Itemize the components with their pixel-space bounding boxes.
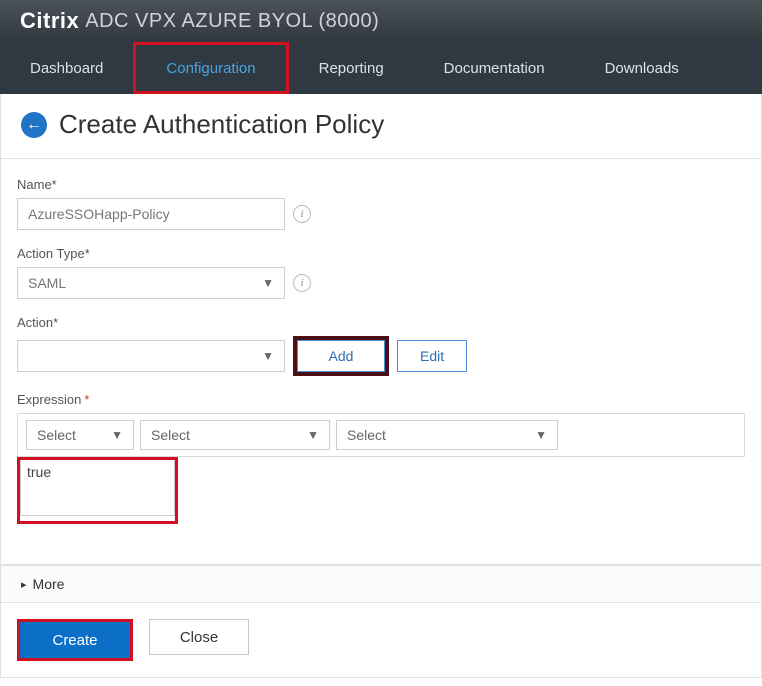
more-label: More: [33, 576, 65, 592]
info-icon[interactable]: i: [293, 274, 311, 292]
expression-select-3[interactable]: Select ▼: [336, 420, 558, 450]
add-button[interactable]: Add: [297, 340, 385, 372]
nav-dashboard[interactable]: Dashboard: [0, 42, 133, 94]
name-input[interactable]: [17, 198, 285, 230]
expression-select-row: Select ▼ Select ▼ Select ▼: [17, 413, 745, 457]
chevron-down-icon: ▼: [535, 428, 547, 442]
main-nav: Dashboard Configuration Reporting Docume…: [0, 42, 762, 94]
action-type-select[interactable]: SAML ▼: [17, 267, 285, 299]
expression-label: Expression*: [17, 392, 745, 407]
chevron-down-icon: ▼: [307, 428, 319, 442]
info-icon[interactable]: i: [293, 205, 311, 223]
nav-configuration[interactable]: Configuration: [133, 42, 288, 94]
expression-select-2[interactable]: Select ▼: [140, 420, 330, 450]
chevron-down-icon: ▼: [111, 428, 123, 442]
required-star: *: [84, 392, 89, 407]
footer-actions: Create Close: [17, 603, 745, 677]
arrow-left-icon: ←: [26, 116, 42, 134]
form-section: Name* i Action Type* SAML ▼ i Action* ▼ …: [1, 158, 761, 565]
app-header: Citrix ADC VPX AZURE BYOL (8000): [0, 0, 762, 42]
page-title: Create Authentication Policy: [59, 109, 384, 140]
page-body: ← Create Authentication Policy Name* i A…: [0, 94, 762, 678]
expression-textarea[interactable]: [20, 460, 175, 516]
action-select[interactable]: ▼: [17, 340, 285, 372]
name-label: Name*: [17, 177, 745, 192]
action-type-label: Action Type*: [17, 246, 745, 261]
brand-name: Citrix: [20, 8, 79, 34]
create-button[interactable]: Create: [20, 622, 130, 658]
back-button[interactable]: ←: [21, 112, 47, 138]
chevron-down-icon: ▼: [262, 349, 274, 363]
nav-downloads[interactable]: Downloads: [575, 42, 709, 94]
action-type-value: SAML: [28, 275, 66, 291]
more-expander[interactable]: ▸ More: [1, 565, 761, 603]
brand-subtitle: ADC VPX AZURE BYOL (8000): [85, 10, 379, 33]
expression-select-1[interactable]: Select ▼: [26, 420, 134, 450]
close-button[interactable]: Close: [149, 619, 249, 655]
triangle-right-icon: ▸: [21, 578, 27, 591]
nav-documentation[interactable]: Documentation: [414, 42, 575, 94]
chevron-down-icon: ▼: [262, 276, 274, 290]
nav-reporting[interactable]: Reporting: [289, 42, 414, 94]
action-label: Action*: [17, 315, 745, 330]
edit-button[interactable]: Edit: [397, 340, 467, 372]
